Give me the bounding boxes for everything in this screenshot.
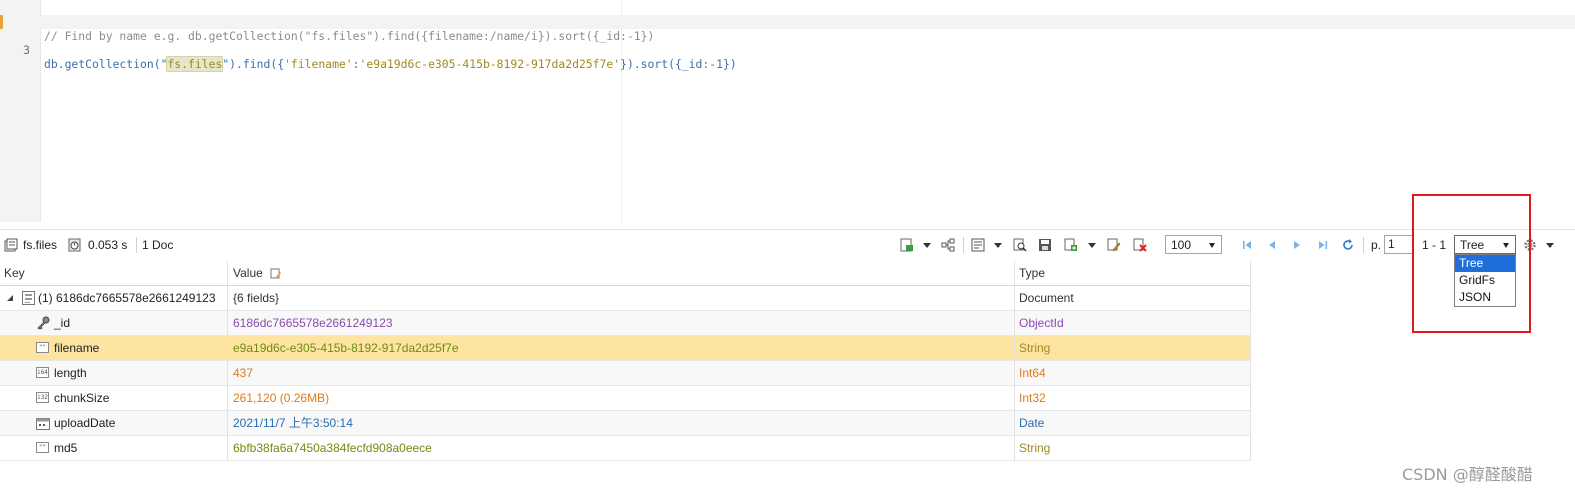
int32-type-icon: i32 xyxy=(36,392,49,403)
string-type-icon: "" xyxy=(36,442,49,453)
settings-dropdown-arrow[interactable] xyxy=(1546,243,1554,248)
column-header-key[interactable]: Key xyxy=(0,261,228,286)
edit-document-icon[interactable] xyxy=(1107,238,1121,252)
type-cell: Document xyxy=(1015,286,1251,311)
value-cell: 261,120 (0.26MB) xyxy=(229,386,1015,411)
query-editor[interactable]: 2 // Find by name e.g. db.getCollection(… xyxy=(0,0,1575,222)
value-cell: 6186dc7665578e2661249123 xyxy=(229,311,1015,336)
value-cell: e9a19d6c-e305-415b-8192-917da2d25f7e xyxy=(229,336,1015,361)
current-line-marker xyxy=(0,15,3,29)
annotation-highlight-box xyxy=(1412,194,1531,333)
find-icon[interactable] xyxy=(1013,238,1027,252)
toolbar-separator xyxy=(1363,237,1364,253)
key-cell: uploadDate xyxy=(0,411,228,436)
result-toolbar: fs.files 0.053 s 1 Doc 100 p. 1 1 - 1 Tr… xyxy=(0,229,1575,260)
value-cell: {6 fields} xyxy=(229,286,1015,311)
document-count: 1 Doc xyxy=(142,238,174,252)
toolbar-separator xyxy=(963,237,964,253)
page-size-select[interactable]: 100 xyxy=(1165,235,1222,254)
code-line-2[interactable]: 2 // Find by name e.g. db.getCollection(… xyxy=(0,1,1575,43)
value-cell: 2021/11/7 上午3:50:14 xyxy=(229,411,1015,436)
tree-row-document[interactable]: (1) 6186dc7665578e2661249123 {6 fields} … xyxy=(0,286,1251,311)
value-cell: 437 xyxy=(229,361,1015,386)
column-header-label: Type xyxy=(1019,266,1046,280)
code-token: : xyxy=(352,57,360,71)
column-header-label: Value xyxy=(233,266,263,280)
field-key: length xyxy=(54,366,87,380)
expand-triangle-icon[interactable] xyxy=(7,295,14,302)
toolbar-separator xyxy=(136,237,137,253)
code-token: db.getCollection(" xyxy=(44,57,168,71)
code-comment: // Find by name e.g. db.getCollection("f… xyxy=(44,29,655,43)
first-page-icon[interactable] xyxy=(1240,238,1254,252)
type-cell: Date xyxy=(1015,411,1251,436)
page-size-value: 100 xyxy=(1171,238,1192,252)
field-key: filename xyxy=(54,341,100,355)
column-header-type[interactable]: Type xyxy=(1015,261,1251,286)
view-options-icon[interactable] xyxy=(971,238,985,252)
tree-row-field-selected[interactable]: "" filename e9a19d6c-e305-415b-8192-917d… xyxy=(0,336,1251,361)
code-line-3[interactable]: 3 db.getCollection("fs.files").find({'fi… xyxy=(0,15,1575,72)
refresh-icon[interactable] xyxy=(1341,238,1355,252)
page-number-input[interactable]: 1 xyxy=(1384,235,1414,254)
edit-column-icon[interactable] xyxy=(270,268,282,280)
chevron-down-icon xyxy=(1209,243,1215,248)
previous-page-icon[interactable] xyxy=(1265,238,1279,252)
key-cell: i32 chunkSize xyxy=(0,386,228,411)
code-token-key: 'filename' xyxy=(284,57,353,71)
type-cell: String xyxy=(1015,436,1251,461)
grid-header-row: Key Value Type xyxy=(0,261,1251,286)
key-cell: (1) 6186dc7665578e2661249123 xyxy=(0,286,228,311)
next-page-icon[interactable] xyxy=(1290,238,1304,252)
add-document-icon[interactable] xyxy=(1064,238,1078,252)
export-icon[interactable] xyxy=(900,238,914,252)
int64-type-icon: i64 xyxy=(36,367,49,378)
collection-icon xyxy=(4,238,18,252)
timer-icon xyxy=(68,238,81,252)
value-cell: 6bfb38fa6a7450a384fecfd908a0eece xyxy=(229,436,1015,461)
tree-row-field[interactable]: "" md5 6bfb38fa6a7450a384fecfd908a0eece … xyxy=(0,436,1251,461)
code-token-highlight: fs.files xyxy=(166,56,224,72)
tree-structure-icon[interactable] xyxy=(941,238,955,252)
delete-document-icon[interactable] xyxy=(1133,238,1147,252)
type-cell: Int32 xyxy=(1015,386,1251,411)
key-cell: _id xyxy=(0,311,228,336)
export-dropdown-arrow[interactable] xyxy=(923,243,931,248)
type-cell: String xyxy=(1015,336,1251,361)
tree-row-field[interactable]: i32 chunkSize 261,120 (0.26MB) Int32 xyxy=(0,386,1251,411)
string-type-icon: "" xyxy=(36,342,49,353)
watermark: CSDN @醇醛酸醋 xyxy=(1402,465,1533,484)
line-number: 3 xyxy=(23,43,30,57)
field-key: uploadDate xyxy=(54,416,116,430)
save-icon[interactable] xyxy=(1038,238,1052,252)
date-type-icon xyxy=(36,418,50,430)
query-time: 0.053 s xyxy=(88,238,128,252)
type-cell: ObjectId xyxy=(1015,311,1251,336)
document-key: (1) 6186dc7665578e2661249123 xyxy=(38,291,216,305)
key-cell: "" filename xyxy=(0,336,228,361)
code-statement: db.getCollection("fs.files").find({'file… xyxy=(44,56,737,72)
tree-row-field[interactable]: uploadDate 2021/11/7 上午3:50:14 Date xyxy=(0,411,1251,436)
key-icon xyxy=(37,316,50,330)
code-token: ").find({ xyxy=(222,57,285,71)
view-options-dropdown-arrow[interactable] xyxy=(994,243,1002,248)
column-header-label: Key xyxy=(4,266,25,280)
column-header-value[interactable]: Value xyxy=(229,261,1015,286)
tree-row-field[interactable]: _id 6186dc7665578e2661249123 ObjectId xyxy=(0,311,1251,336)
page-label: p. xyxy=(1371,238,1382,252)
collection-name: fs.files xyxy=(23,238,58,252)
type-cell: Int64 xyxy=(1015,361,1251,386)
last-page-icon[interactable] xyxy=(1316,238,1330,252)
code-token: }).sort({_id:-1}) xyxy=(620,57,737,71)
key-cell: "" md5 xyxy=(0,436,228,461)
key-cell: i64 length xyxy=(0,361,228,386)
field-key: chunkSize xyxy=(54,391,110,405)
field-key: _id xyxy=(54,316,71,330)
tree-row-field[interactable]: i64 length 437 Int64 xyxy=(0,361,1251,386)
field-key: md5 xyxy=(54,441,78,455)
code-token-value: 'e9a19d6c-e305-415b-8192-917da2d25f7e' xyxy=(359,57,621,71)
add-document-dropdown-arrow[interactable] xyxy=(1088,243,1096,248)
document-icon xyxy=(22,291,35,305)
